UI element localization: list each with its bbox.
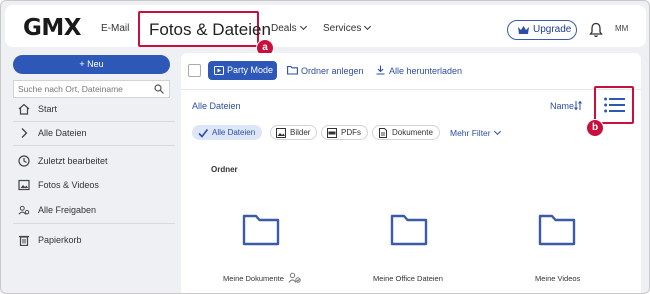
user-avatar[interactable]: MM [615, 24, 628, 33]
nav-services-menu[interactable]: Services [323, 22, 372, 34]
sidebar-item-label: Alle Freigaben [38, 205, 97, 215]
sort-icon[interactable] [574, 100, 582, 111]
folder-icon[interactable] [390, 213, 428, 246]
more-filter-label: Mehr Filter [450, 128, 491, 138]
filter-chip-label: Dokumente [392, 128, 433, 137]
download-icon [376, 65, 385, 75]
new-button[interactable]: + Neu [13, 55, 170, 74]
image-icon [276, 128, 286, 138]
pdf-icon [327, 128, 337, 138]
sidebar-item-label: Alle Dateien [38, 128, 87, 138]
chevron-right-icon [21, 128, 28, 138]
select-all-checkbox[interactable] [188, 64, 201, 77]
filter-chip-label: Alle Dateien [212, 128, 256, 137]
nav-deals-label: Deals [271, 23, 297, 34]
checkmark-icon [198, 129, 208, 138]
party-mode-label: Party Mode [227, 65, 274, 75]
sidebar: + Neu Suche nach Ort, Dateiname Start Al… [5, 53, 177, 293]
upgrade-button[interactable]: Upgrade [507, 20, 577, 40]
top-header: GMX E-Mail Fotos & Dateien a Deals Servi… [5, 5, 646, 57]
callout-badge-b: b [586, 119, 604, 137]
home-icon [18, 103, 30, 115]
search-input[interactable]: Suche nach Ort, Dateiname [13, 80, 170, 98]
divider [13, 145, 175, 146]
download-all-button[interactable]: Alle herunterladen [376, 65, 463, 76]
folder-icon[interactable] [242, 213, 280, 246]
filter-chip-dokumente[interactable]: Dokumente [372, 125, 440, 140]
party-mode-button[interactable]: Party Mode [208, 61, 277, 80]
folder-icon[interactable] [538, 213, 576, 246]
filter-chip-pdfs[interactable]: PDFs [321, 125, 368, 140]
shared-folder-icon [288, 272, 301, 283]
search-icon[interactable] [154, 84, 164, 94]
chevron-down-icon [364, 22, 372, 31]
share-users-icon [18, 205, 30, 215]
clock-icon [18, 155, 30, 167]
file-browser-panel: Party Mode Ordner anlegen Alle herunterl… [181, 53, 641, 293]
section-title: Ordner [211, 165, 238, 174]
nav-services-label: Services [323, 23, 362, 34]
folder-name[interactable]: Meine Videos [535, 274, 580, 283]
more-filter-dropdown[interactable]: Mehr Filter [450, 127, 501, 138]
folder-icon [287, 65, 298, 75]
folder-name[interactable]: Meine Dokumente [223, 274, 284, 283]
create-folder-label: Ordner anlegen [301, 66, 364, 76]
filter-chip-bilder[interactable]: Bilder [270, 125, 318, 140]
app-window: GMX E-Mail Fotos & Dateien a Deals Servi… [0, 0, 650, 294]
create-folder-button[interactable]: Ordner anlegen [287, 65, 364, 76]
list-view-icon[interactable] [604, 97, 625, 113]
chevron-down-icon [299, 22, 307, 31]
divider [13, 121, 175, 122]
image-icon [18, 179, 30, 191]
filter-chip-alle-dateien[interactable]: Alle Dateien [192, 125, 263, 140]
filter-chip-label: Bilder [290, 128, 311, 137]
nav-deals-menu[interactable]: Deals [271, 22, 307, 34]
document-icon [379, 128, 387, 138]
sidebar-item-label: Start [38, 104, 58, 114]
trash-icon [19, 235, 29, 246]
sort-by-name-button[interactable]: Name [550, 101, 574, 111]
crown-icon [518, 26, 529, 34]
chevron-down-icon [493, 127, 501, 136]
divider [13, 223, 175, 224]
filter-chip-label: PDFs [341, 128, 361, 137]
nav-fotos-dateien-link[interactable]: Fotos & Dateien [149, 20, 271, 40]
folder-name[interactable]: Meine Office Dateien [373, 274, 443, 283]
sidebar-item-label: Papierkorb [38, 235, 82, 245]
search-placeholder: Suche nach Ort, Dateiname [18, 84, 123, 94]
breadcrumb[interactable]: Alle Dateien [192, 101, 241, 111]
divider [181, 89, 641, 90]
bell-icon[interactable] [589, 22, 603, 38]
gmx-logo[interactable]: GMX [23, 15, 82, 41]
download-all-label: Alle herunterladen [389, 66, 463, 76]
sidebar-item-label: Zuletzt bearbeitet [38, 156, 108, 166]
slideshow-icon [214, 66, 224, 75]
nav-email-link[interactable]: E-Mail [101, 23, 129, 34]
sidebar-item-label: Fotos & Videos [38, 180, 99, 190]
upgrade-label: Upgrade [533, 24, 572, 35]
